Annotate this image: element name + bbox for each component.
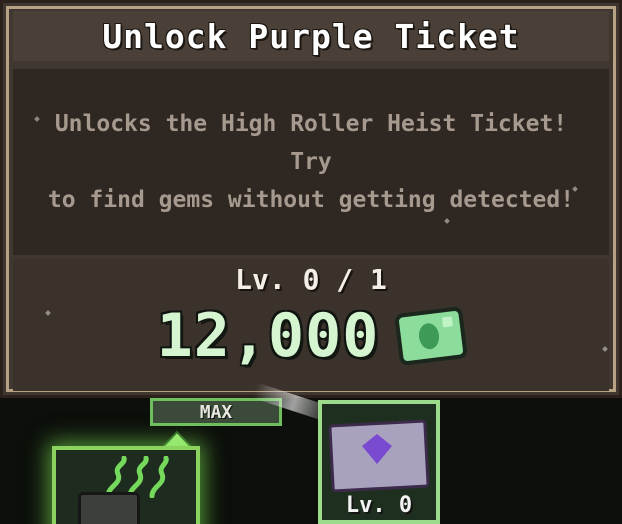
cost-value: 12,000 xyxy=(156,301,380,371)
panel-title: Unlock Purple Ticket xyxy=(102,16,520,56)
cost-area: Lv. 0 / 1 12,000 xyxy=(13,259,609,391)
node-level-label: Lv. 0 xyxy=(345,493,413,518)
cost-row: 12,000 xyxy=(13,301,609,371)
game-screen: Unlock Purple Ticket Unlocks the High Ro… xyxy=(0,0,622,524)
description-line-2: to find gems without getting detected! xyxy=(47,187,575,213)
panel-title-bar: Unlock Purple Ticket xyxy=(13,11,609,61)
description-line-1: Unlocks the High Roller Heist Ticket! Tr… xyxy=(54,111,568,175)
sparkle-decoration xyxy=(444,218,450,224)
description-text: Unlocks the High Roller Heist Ticket! Tr… xyxy=(31,105,591,219)
max-upgrade-node[interactable]: MAX xyxy=(150,398,282,426)
cash-icon xyxy=(394,306,469,366)
description-area: Unlocks the High Roller Heist Ticket! Tr… xyxy=(13,69,609,255)
upgrade-node-left[interactable] xyxy=(52,446,200,524)
level-indicator: Lv. 0 / 1 xyxy=(235,263,387,296)
max-label: MAX xyxy=(199,401,233,423)
upgrade-info-panel: Unlock Purple Ticket Unlocks the High Ro… xyxy=(0,0,622,398)
jar-icon xyxy=(78,492,140,524)
purple-ticket-node[interactable]: Lv. 0 xyxy=(318,400,440,524)
